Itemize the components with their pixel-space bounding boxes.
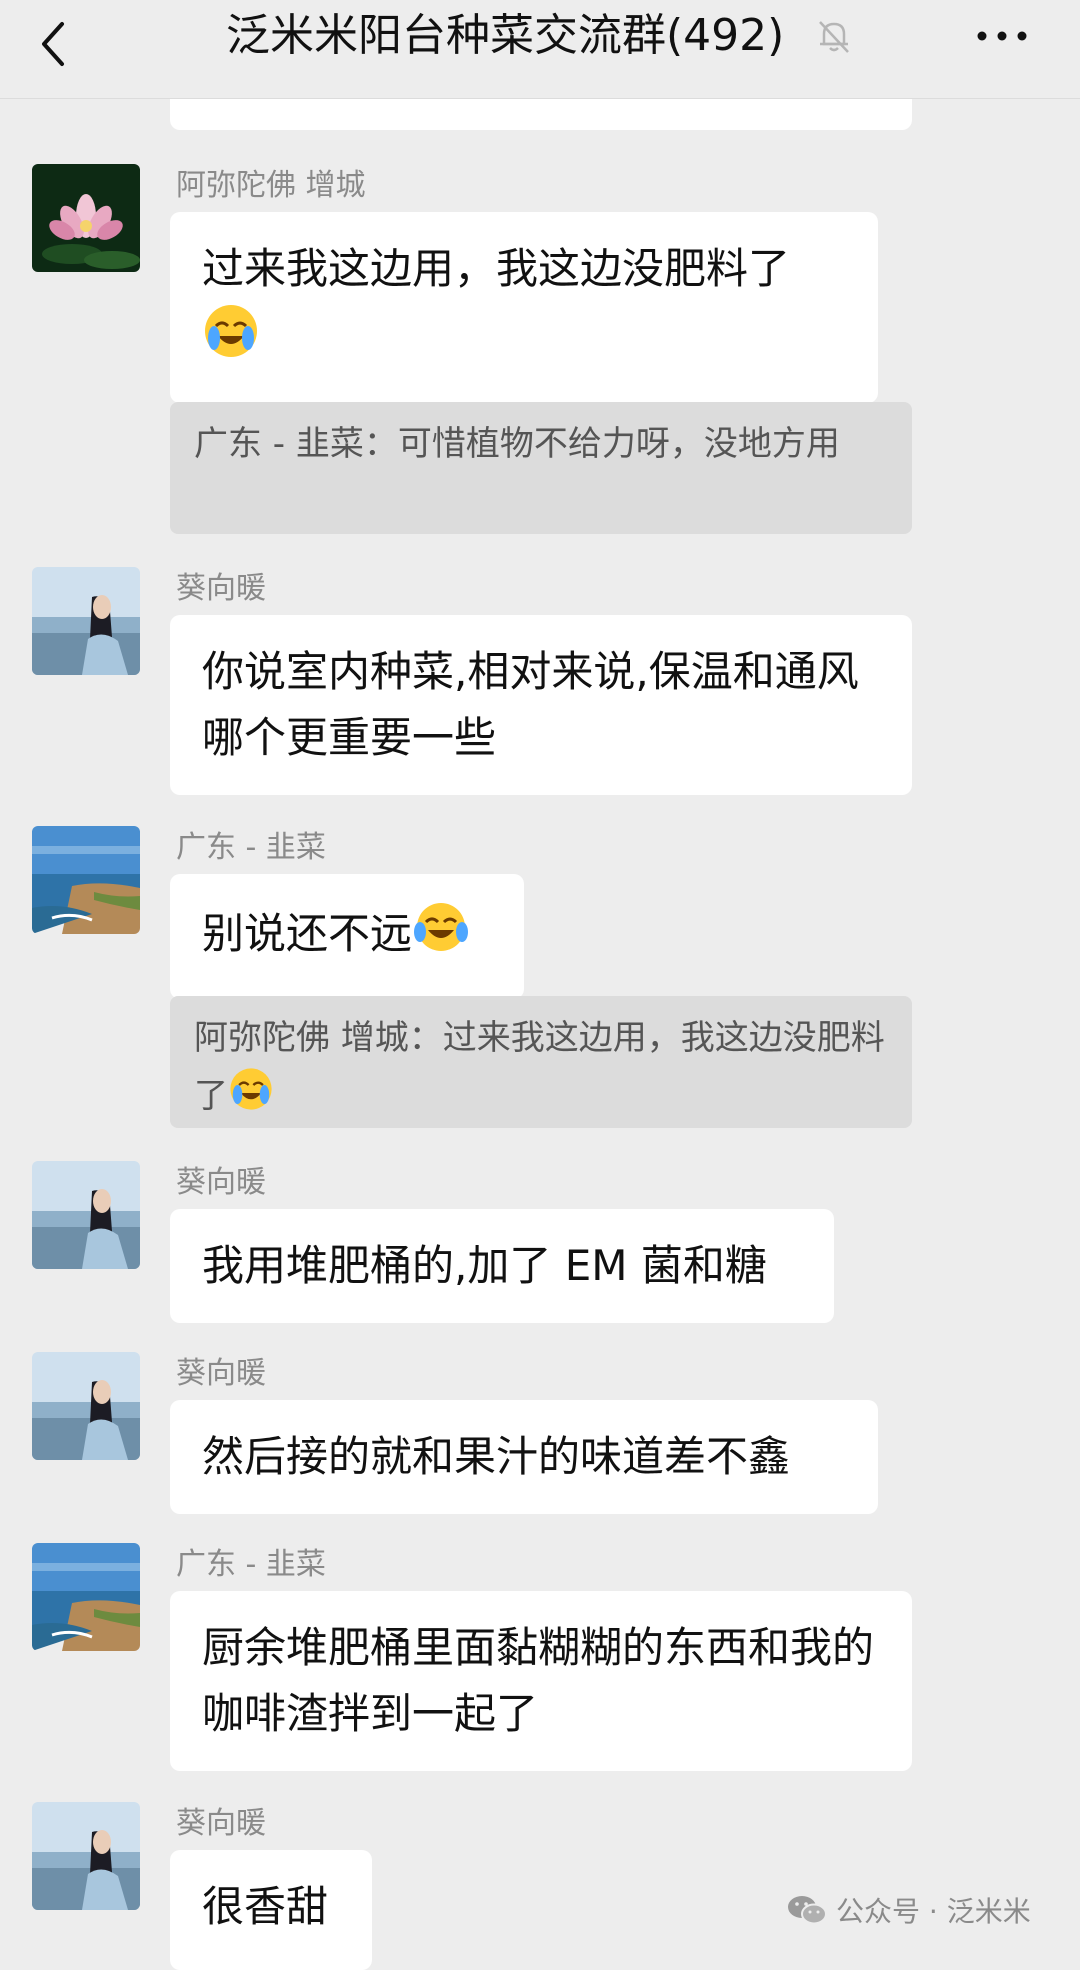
message-bubble[interactable]: 厨余堆肥桶里面黏糊糊的东西和我的咖啡渣拌到一起了 xyxy=(170,1591,912,1771)
message-bubble[interactable]: 很香甜 xyxy=(170,1850,372,1970)
message-bubble[interactable]: 别说还不远 xyxy=(170,874,524,999)
more-button[interactable] xyxy=(972,12,1032,56)
message-text: 然后接的就和果汁的味道差不鑫 xyxy=(202,1432,791,1481)
sender-name: 葵向暖 xyxy=(176,1165,266,1200)
message-text: 过来我这边用，我这边没肥料了 xyxy=(202,244,791,293)
message-text: 我用堆肥桶的,加了 EM 菌和糖 xyxy=(202,1241,767,1290)
avatar-girl-seaside[interactable] xyxy=(32,1802,140,1910)
sender-name: 阿弥陀佛 增城 xyxy=(176,168,366,203)
chevron-left-icon xyxy=(42,22,64,66)
message-text: 很香甜 xyxy=(202,1882,329,1931)
crying-laughing-emoji xyxy=(202,302,260,379)
sender-name: 葵向暖 xyxy=(176,1806,266,1841)
avatar-girl-seaside[interactable] xyxy=(32,567,140,675)
message-text: 厨余堆肥桶里面黏糊糊的东西和我的咖啡渣拌到一起了 xyxy=(202,1623,875,1738)
watermark: 公众号 · 泛米米 xyxy=(786,1890,1031,1930)
message-bubble[interactable]: 然后接的就和果汁的味道差不鑫 xyxy=(170,1400,878,1514)
message-bubble[interactable]: 我用堆肥桶的,加了 EM 菌和糖 xyxy=(170,1209,834,1323)
sender-name: 葵向暖 xyxy=(176,571,266,606)
quoted-message[interactable]: 广东 - 韭菜：可惜植物不给力呀，没地方用 xyxy=(170,402,912,534)
avatar-girl-seaside[interactable] xyxy=(32,1352,140,1460)
sender-name: 广东 - 韭菜 xyxy=(176,1547,326,1582)
chat-title: 泛米米阳台种菜交流群(492) xyxy=(226,10,785,61)
avatar-lotus[interactable] xyxy=(32,164,140,272)
quote-text: 阿弥陀佛 增城：过来我这边用，我这边没肥料了 xyxy=(194,1018,885,1116)
back-button[interactable] xyxy=(28,10,88,80)
wechat-icon xyxy=(788,1896,827,1925)
avatar-girl-seaside[interactable] xyxy=(32,1161,140,1269)
quoted-message[interactable]: 阿弥陀佛 增城：过来我这边用，我这边没肥料了 xyxy=(170,996,912,1128)
message-bubble[interactable]: 你说室内种菜,相对来说,保温和通风哪个更重要一些 xyxy=(170,615,912,795)
message-text: 别说还不远 xyxy=(202,909,413,958)
watermark-text: 公众号 · 泛米米 xyxy=(836,1895,1031,1928)
chat-header: 泛米米阳台种菜交流群(492) xyxy=(0,0,1080,99)
crying-laughing-emoji xyxy=(228,1066,274,1129)
bell-off-icon xyxy=(812,14,856,58)
more-dots-icon xyxy=(977,31,1027,41)
avatar-coast[interactable] xyxy=(32,1543,140,1651)
tears-of-joy-emoji xyxy=(412,898,470,975)
message-bubble[interactable]: 过来我这边用，我这边没肥料了 xyxy=(170,212,878,403)
message-text: 你说室内种菜,相对来说,保温和通风哪个更重要一些 xyxy=(202,647,859,762)
avatar-coast[interactable] xyxy=(32,826,140,934)
sender-name: 广东 - 韭菜 xyxy=(176,830,326,865)
sender-name: 葵向暖 xyxy=(176,1356,266,1391)
